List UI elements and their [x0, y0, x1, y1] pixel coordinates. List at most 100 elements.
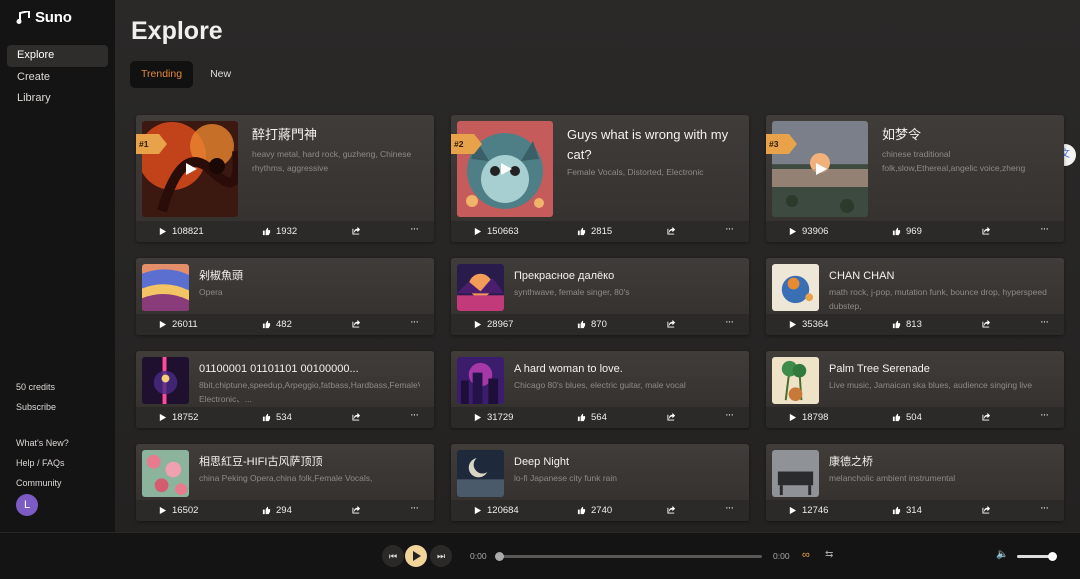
- share-icon[interactable]: [352, 505, 361, 514]
- song-card[interactable]: #2 Guys what is wrong with my cat? Female …: [451, 115, 749, 242]
- more-options-icon[interactable]: ···: [725, 316, 734, 328]
- shuffle-icon[interactable]: ⇆: [825, 549, 833, 560]
- more-options-icon[interactable]: ···: [1040, 502, 1049, 514]
- play-count[interactable]: 16502: [158, 505, 198, 516]
- suno-logo[interactable]: Suno: [16, 9, 72, 26]
- play-count[interactable]: 28967: [473, 319, 513, 330]
- play-count[interactable]: 150663: [473, 226, 519, 237]
- like-count[interactable]: 1932: [262, 226, 297, 237]
- play-button[interactable]: [405, 545, 427, 567]
- share-icon[interactable]: [982, 226, 991, 235]
- more-options-icon[interactable]: ···: [725, 502, 734, 514]
- play-count[interactable]: 12746: [788, 505, 828, 516]
- play-count[interactable]: 35364: [788, 319, 828, 330]
- sidebar-item-create[interactable]: Create: [7, 67, 108, 89]
- more-options-icon[interactable]: ···: [410, 223, 419, 235]
- avatar[interactable]: L: [16, 494, 38, 516]
- song-title[interactable]: Deep Night: [514, 455, 735, 469]
- progress-bar[interactable]: [495, 552, 762, 561]
- cover-art[interactable]: [142, 264, 189, 311]
- loop-icon[interactable]: ∞: [802, 549, 810, 561]
- progress-knob[interactable]: [495, 552, 504, 561]
- share-icon[interactable]: [667, 505, 676, 514]
- song-title[interactable]: Palm Tree Serenade: [829, 362, 1050, 376]
- song-title[interactable]: 相思紅豆-HIFI古风萨顶顶: [199, 455, 420, 469]
- more-options-icon[interactable]: ···: [410, 409, 419, 421]
- play-count[interactable]: 18752: [158, 412, 198, 423]
- cover-art[interactable]: [457, 357, 504, 404]
- more-options-icon[interactable]: ···: [1040, 409, 1049, 421]
- subscribe-link[interactable]: Subscribe: [16, 401, 69, 421]
- share-icon[interactable]: [667, 226, 676, 235]
- like-count[interactable]: 314: [892, 505, 922, 516]
- tab-new[interactable]: New: [199, 61, 242, 88]
- song-card[interactable]: Palm Tree Serenade Live music, Jamaican s…: [766, 351, 1064, 428]
- share-icon[interactable]: [982, 319, 991, 328]
- song-card[interactable]: #1 醉打蔣門神 heavy metal, hard rock, guzheng, …: [136, 115, 434, 242]
- play-count[interactable]: 120684: [473, 505, 519, 516]
- like-count[interactable]: 294: [262, 505, 292, 516]
- like-count[interactable]: 2815: [577, 226, 612, 237]
- like-count[interactable]: 482: [262, 319, 292, 330]
- cover-art[interactable]: [142, 357, 189, 404]
- song-title[interactable]: 如梦令: [882, 125, 1050, 145]
- play-count[interactable]: 26011: [158, 319, 198, 330]
- song-card[interactable]: 剁椒魚頭 Opera 26011 482 ···: [136, 258, 434, 335]
- tab-trending[interactable]: Trending: [130, 61, 194, 88]
- like-count[interactable]: 969: [892, 226, 922, 237]
- sidebar-item-explore[interactable]: Explore: [7, 45, 108, 67]
- like-count[interactable]: 2740: [577, 505, 612, 516]
- song-card[interactable]: 相思紅豆-HIFI古风萨顶顶 china Peking Opera,china f…: [136, 444, 434, 521]
- play-count[interactable]: 93906: [788, 226, 828, 237]
- song-card[interactable]: #3 如梦令 chinese traditional folk,slow,Ether…: [766, 115, 1064, 242]
- song-card[interactable]: Deep Night lo-fi Japanese city funk rain …: [451, 444, 749, 521]
- song-card[interactable]: A hard woman to love. Chicago 80's blues,…: [451, 351, 749, 428]
- song-card[interactable]: 康德之桥 melancholic ambient instrumental 127…: [766, 444, 1064, 521]
- like-count[interactable]: 870: [577, 319, 607, 330]
- song-title[interactable]: 康德之桥: [829, 455, 1050, 469]
- song-card[interactable]: Прекрасное далёко synthwave, female singe…: [451, 258, 749, 335]
- song-title[interactable]: A hard woman to love.: [514, 362, 735, 376]
- song-title[interactable]: 01100001 01101101 00100000...: [199, 362, 420, 376]
- previous-track-button[interactable]: ⏮: [382, 545, 404, 567]
- volume-knob[interactable]: [1048, 552, 1057, 561]
- song-card[interactable]: CHAN CHAN math rock, j-pop, mutation funk…: [766, 258, 1064, 335]
- like-count[interactable]: 504: [892, 412, 922, 423]
- sidebar-item-library[interactable]: Library: [7, 88, 108, 110]
- play-overlay-icon[interactable]: [186, 163, 197, 175]
- whats-new-link[interactable]: What's New?: [16, 437, 69, 457]
- share-icon[interactable]: [352, 412, 361, 421]
- cover-art[interactable]: [457, 450, 504, 497]
- more-options-icon[interactable]: ···: [725, 409, 734, 421]
- play-count[interactable]: 18798: [788, 412, 828, 423]
- play-count[interactable]: 31729: [473, 412, 513, 423]
- play-overlay-icon[interactable]: [501, 163, 512, 175]
- more-options-icon[interactable]: ···: [410, 502, 419, 514]
- song-title[interactable]: Guys what is wrong with my cat?: [567, 125, 735, 165]
- share-icon[interactable]: [982, 412, 991, 421]
- more-options-icon[interactable]: ···: [1040, 316, 1049, 328]
- song-title[interactable]: CHAN CHAN: [829, 269, 1050, 283]
- song-title[interactable]: 醉打蔣門神: [252, 125, 420, 145]
- cover-art[interactable]: [142, 450, 189, 497]
- share-icon[interactable]: [982, 505, 991, 514]
- more-options-icon[interactable]: ···: [725, 223, 734, 235]
- cover-art[interactable]: [772, 450, 819, 497]
- share-icon[interactable]: [352, 226, 361, 235]
- volume-slider[interactable]: [1017, 552, 1057, 561]
- next-track-button[interactable]: ⏭: [430, 545, 452, 567]
- share-icon[interactable]: [667, 319, 676, 328]
- play-overlay-icon[interactable]: [816, 163, 827, 175]
- play-count[interactable]: 108821: [158, 226, 204, 237]
- cover-art[interactable]: [772, 264, 819, 311]
- song-card[interactable]: 01100001 01101101 00100000... 8bit,chiptu…: [136, 351, 434, 428]
- more-options-icon[interactable]: ···: [1040, 223, 1049, 235]
- like-count[interactable]: 564: [577, 412, 607, 423]
- song-title[interactable]: Прекрасное далёко: [514, 269, 735, 283]
- cover-art[interactable]: [772, 357, 819, 404]
- share-icon[interactable]: [667, 412, 676, 421]
- song-title[interactable]: 剁椒魚頭: [199, 269, 420, 283]
- more-options-icon[interactable]: ···: [410, 316, 419, 328]
- share-icon[interactable]: [352, 319, 361, 328]
- help-link[interactable]: Help / FAQs: [16, 457, 69, 477]
